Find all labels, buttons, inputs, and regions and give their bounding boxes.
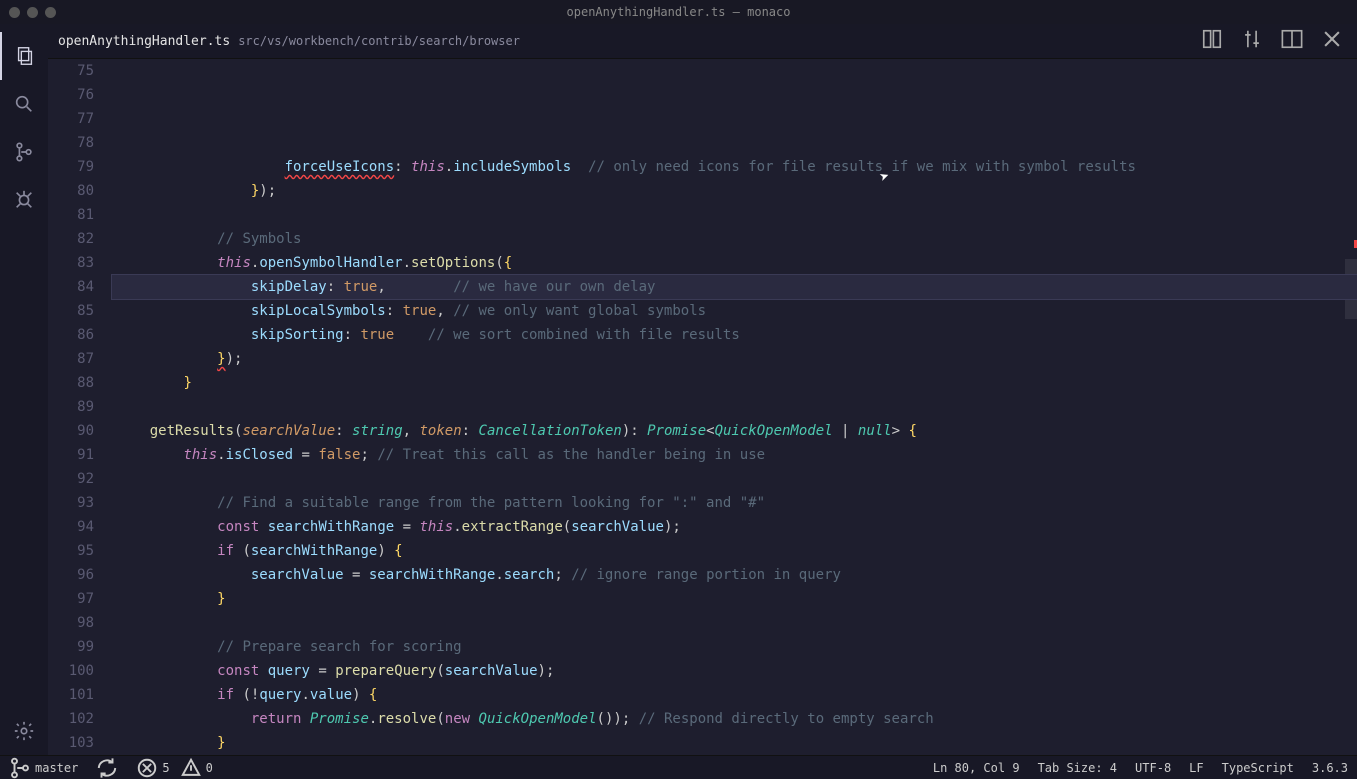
activity-bar bbox=[0, 24, 48, 755]
window-title: openAnythingHandler.ts — monaco bbox=[0, 5, 1357, 19]
code-line[interactable]: // Find a suitable range from the patter… bbox=[112, 491, 1357, 515]
search-icon[interactable] bbox=[0, 80, 48, 128]
code-line[interactable]: // Symbols bbox=[112, 227, 1357, 251]
line-number: 102 bbox=[48, 707, 94, 731]
code-line[interactable]: const searchWithRange = this.extractRang… bbox=[112, 515, 1357, 539]
encoding[interactable]: UTF-8 bbox=[1126, 761, 1180, 775]
line-number: 82 bbox=[48, 227, 94, 251]
line-number: 89 bbox=[48, 395, 94, 419]
line-number: 90 bbox=[48, 419, 94, 443]
code-editor[interactable]: 7576777879808182838485868788899091929394… bbox=[48, 59, 1357, 755]
problems[interactable]: 5 0 bbox=[127, 757, 221, 779]
code-line[interactable]: // Prepare search for scoring bbox=[112, 635, 1357, 659]
settings-gear-icon[interactable] bbox=[0, 707, 48, 755]
tab-filename[interactable]: openAnythingHandler.ts bbox=[58, 34, 230, 49]
code-line[interactable] bbox=[112, 203, 1357, 227]
line-number: 83 bbox=[48, 251, 94, 275]
error-count: 5 bbox=[162, 761, 169, 775]
tab-path: src/vs/workbench/contrib/search/browser bbox=[238, 34, 520, 48]
compare-icon[interactable] bbox=[1201, 28, 1223, 54]
git-branch[interactable]: master bbox=[0, 757, 87, 779]
minimize-window-icon[interactable] bbox=[27, 7, 38, 18]
code-line[interactable]: if (!query.value) { bbox=[112, 683, 1357, 707]
line-number: 76 bbox=[48, 83, 94, 107]
editor-tab-bar: openAnythingHandler.ts src/vs/workbench/… bbox=[48, 24, 1357, 59]
code-line[interactable]: skipSorting: true // we sort combined wi… bbox=[112, 323, 1357, 347]
line-number: 99 bbox=[48, 635, 94, 659]
code-line[interactable]: if (searchWithRange) { bbox=[112, 539, 1357, 563]
line-number: 92 bbox=[48, 467, 94, 491]
line-number: 103 bbox=[48, 731, 94, 755]
line-number: 87 bbox=[48, 347, 94, 371]
code-content[interactable]: forceUseIcons: this.includeSymbols // on… bbox=[112, 59, 1357, 755]
split-editor-icon[interactable] bbox=[1281, 28, 1303, 54]
titlebar: openAnythingHandler.ts — monaco bbox=[0, 0, 1357, 24]
code-line[interactable]: skipLocalSymbols: true, // we only want … bbox=[112, 299, 1357, 323]
line-number: 85 bbox=[48, 299, 94, 323]
code-line[interactable]: }); bbox=[112, 347, 1357, 371]
code-line[interactable]: searchValue = searchWithRange.search; //… bbox=[112, 563, 1357, 587]
line-number: 97 bbox=[48, 587, 94, 611]
close-window-icon[interactable] bbox=[9, 7, 20, 18]
code-line[interactable]: this.openSymbolHandler.setOptions({ bbox=[112, 251, 1357, 275]
close-tab-icon[interactable] bbox=[1321, 28, 1343, 54]
line-number: 80 bbox=[48, 179, 94, 203]
line-number: 78 bbox=[48, 131, 94, 155]
line-number-gutter: 7576777879808182838485868788899091929394… bbox=[48, 59, 112, 755]
line-number: 94 bbox=[48, 515, 94, 539]
code-line[interactable]: forceUseIcons: this.includeSymbols // on… bbox=[112, 155, 1357, 179]
line-number: 84 bbox=[48, 275, 94, 299]
line-number: 100 bbox=[48, 659, 94, 683]
code-line[interactable]: return Promise.resolve(new QuickOpenMode… bbox=[112, 707, 1357, 731]
branch-name: master bbox=[35, 761, 78, 775]
code-line[interactable]: skipDelay: true, // we have our own dela… bbox=[112, 275, 1357, 299]
line-number: 93 bbox=[48, 491, 94, 515]
sync-icon[interactable] bbox=[87, 757, 127, 779]
diff-icon[interactable] bbox=[1241, 28, 1263, 54]
code-line[interactable]: } bbox=[112, 731, 1357, 755]
line-number: 91 bbox=[48, 443, 94, 467]
code-line[interactable]: this.isClosed = false; // Treat this cal… bbox=[112, 443, 1357, 467]
cursor-position[interactable]: Ln 80, Col 9 bbox=[924, 761, 1029, 775]
window-controls bbox=[0, 7, 56, 18]
line-number: 101 bbox=[48, 683, 94, 707]
source-control-icon[interactable] bbox=[0, 128, 48, 176]
explorer-icon[interactable] bbox=[0, 32, 48, 80]
line-number: 81 bbox=[48, 203, 94, 227]
line-number: 98 bbox=[48, 611, 94, 635]
line-number: 75 bbox=[48, 59, 94, 83]
code-line[interactable]: }); bbox=[112, 179, 1357, 203]
typescript-version[interactable]: 3.6.3 bbox=[1303, 761, 1357, 775]
language-mode[interactable]: TypeScript bbox=[1213, 761, 1303, 775]
code-line[interactable]: getResults(searchValue: string, token: C… bbox=[112, 419, 1357, 443]
code-line[interactable]: } bbox=[112, 587, 1357, 611]
line-number: 86 bbox=[48, 323, 94, 347]
line-number: 77 bbox=[48, 107, 94, 131]
code-line[interactable]: const query = prepareQuery(searchValue); bbox=[112, 659, 1357, 683]
line-number: 95 bbox=[48, 539, 94, 563]
status-bar: master 5 0 Ln 80, Col 9 Tab Size: 4 UTF-… bbox=[0, 755, 1357, 779]
debug-icon[interactable] bbox=[0, 176, 48, 224]
line-number: 79 bbox=[48, 155, 94, 179]
eol[interactable]: LF bbox=[1180, 761, 1212, 775]
code-line[interactable]: } bbox=[112, 371, 1357, 395]
line-number: 88 bbox=[48, 371, 94, 395]
code-line[interactable] bbox=[112, 467, 1357, 491]
code-line[interactable] bbox=[112, 395, 1357, 419]
maximize-window-icon[interactable] bbox=[45, 7, 56, 18]
code-line[interactable] bbox=[112, 611, 1357, 635]
warning-count: 0 bbox=[206, 761, 213, 775]
tab-size[interactable]: Tab Size: 4 bbox=[1029, 761, 1126, 775]
line-number: 96 bbox=[48, 563, 94, 587]
